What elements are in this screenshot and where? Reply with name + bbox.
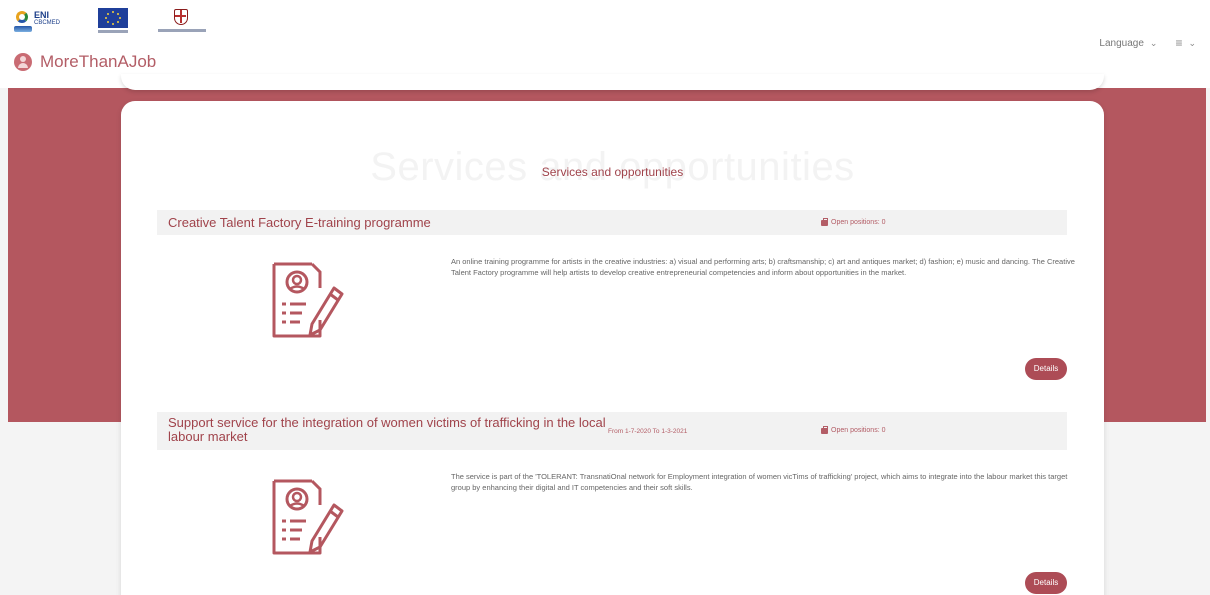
brand[interactable]: MoreThanAJob xyxy=(14,52,156,72)
top-navigation: Language ⌄ ≡ ⌄ xyxy=(1099,36,1196,50)
main-menu-toggle[interactable]: ≡ ⌄ xyxy=(1175,36,1196,50)
open-positions: Open positions: 0 xyxy=(821,217,886,226)
eni-logo-subtext: CBCMED xyxy=(34,20,61,26)
chevron-down-icon: ⌄ xyxy=(1149,37,1158,48)
language-label: Language xyxy=(1099,37,1144,49)
eni-cbcmed-logo[interactable]: ENI CBCMED xyxy=(14,9,74,35)
sardinia-shield-icon xyxy=(174,9,188,25)
eu-flag-icon xyxy=(98,8,128,28)
brand-user-icon xyxy=(14,53,32,71)
details-button[interactable]: Details xyxy=(1025,358,1067,380)
hamburger-menu-icon: ≡ xyxy=(1175,36,1183,50)
sardinia-logo-caption xyxy=(158,29,206,32)
service-dates: From 1-7-2020 To 1-3-2021 xyxy=(608,428,688,435)
section-title: Services and opportunities xyxy=(541,165,684,179)
eni-wave-icon xyxy=(14,26,32,32)
language-dropdown[interactable]: Language ⌄ xyxy=(1099,38,1157,49)
service-description: The service is part of the 'TOLERANT: Tr… xyxy=(451,472,1068,492)
service-header: Support service for the integration of w… xyxy=(157,412,1067,450)
open-positions-label: Open positions: 0 xyxy=(831,427,886,434)
document-pen-icon xyxy=(272,479,344,555)
eu-logo-caption xyxy=(98,30,128,33)
service-header: Creative Talent Factory E-training progr… xyxy=(157,210,1067,235)
briefcase-icon xyxy=(821,425,828,434)
service-title[interactable]: Support service for the integration of w… xyxy=(168,416,613,444)
details-button[interactable]: Details xyxy=(1025,572,1067,594)
briefcase-icon xyxy=(821,217,828,226)
previous-card-edge xyxy=(121,74,1104,90)
brand-name: MoreThanAJob xyxy=(40,52,157,71)
open-positions-label: Open positions: 0 xyxy=(831,219,886,226)
service-title[interactable]: Creative Talent Factory E-training progr… xyxy=(168,216,431,230)
sardinia-region-logo[interactable] xyxy=(156,8,208,36)
services-card: Services and opportunities Services and … xyxy=(121,101,1104,595)
document-pen-icon xyxy=(272,262,344,338)
open-positions: Open positions: 0 xyxy=(821,425,886,434)
partner-logos: ENI CBCMED xyxy=(14,8,208,36)
european-union-logo[interactable] xyxy=(98,8,132,36)
chevron-down-icon: ⌄ xyxy=(1188,37,1196,48)
service-description: An online training programme for artists… xyxy=(451,257,1075,277)
eni-ring-icon xyxy=(16,11,28,23)
eni-logo-text: ENI xyxy=(34,10,50,20)
